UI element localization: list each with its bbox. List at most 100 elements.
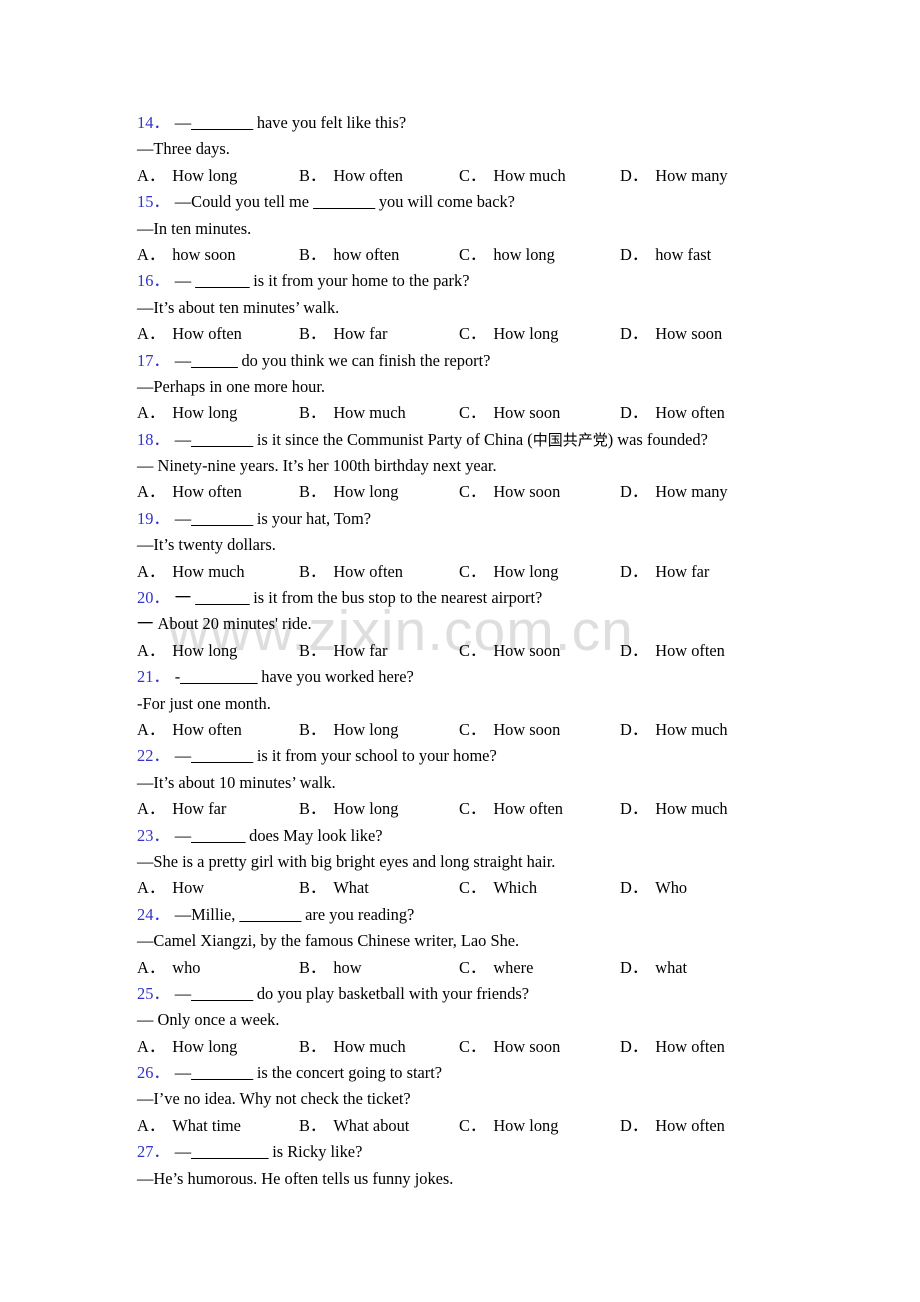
question-stem-suffix: is Ricky like? (268, 1142, 363, 1162)
option-choice[interactable]: B． How long (299, 717, 398, 743)
option-choice[interactable]: D． How much (620, 796, 728, 822)
question-stem-prefix: — (174, 271, 196, 291)
option-choice[interactable]: D． how fast (620, 242, 711, 268)
option-choice[interactable]: A． How (137, 875, 204, 901)
option-label: A． (137, 957, 166, 977)
option-choice[interactable]: B． How much (299, 1034, 406, 1060)
option-choice[interactable]: C． How long (459, 321, 558, 347)
option-choice[interactable]: A． What time (137, 1113, 241, 1139)
question-stem-suffix: is the concert going to start? (252, 1063, 443, 1083)
answer-blank[interactable]: ________ (191, 746, 253, 765)
answer-blank[interactable]: ______ (191, 351, 238, 370)
option-choice[interactable]: B． how (299, 955, 362, 981)
option-choice[interactable]: C． How soon (459, 400, 560, 426)
option-label: C． (459, 957, 487, 977)
option-choice[interactable]: A． How long (137, 1034, 237, 1060)
answer-blank[interactable]: _______ (191, 826, 245, 845)
option-row: A． How often B． How long C． How soon D． How muc… (137, 717, 897, 743)
option-text: How long (493, 561, 559, 581)
answer-blank[interactable]: ________ (191, 1063, 253, 1082)
option-choice[interactable]: B． How long (299, 479, 398, 505)
option-label: B． (299, 640, 327, 660)
option-choice[interactable]: B． How often (299, 163, 403, 189)
option-choice[interactable]: D． How often (620, 1034, 725, 1060)
question-block: 20．一 _______ is it from the bus stop to … (137, 585, 897, 664)
option-choice[interactable]: A． How often (137, 717, 242, 743)
option-text: What about (333, 1115, 410, 1135)
answer-blank[interactable]: __________ (191, 1142, 268, 1161)
option-label: A． (137, 324, 166, 344)
option-choice[interactable]: A． How often (137, 321, 242, 347)
answer-blank[interactable]: ________ (191, 984, 253, 1003)
option-label: C． (459, 799, 487, 819)
option-choice[interactable]: B． What about (299, 1113, 409, 1139)
option-choice[interactable]: B． How far (299, 321, 388, 347)
question-block: 23． —_______ does May look like? —She is a… (137, 823, 897, 902)
option-choice[interactable]: D． How far (620, 559, 709, 585)
option-text: How often (655, 403, 725, 423)
option-choice[interactable]: B． how often (299, 242, 399, 268)
option-choice[interactable]: A． How long (137, 638, 237, 664)
question-number: 18． (137, 429, 170, 449)
option-choice[interactable]: C． Which (459, 875, 537, 901)
option-choice[interactable]: D． Who (620, 875, 687, 901)
answer-blank[interactable]: ________ (313, 192, 375, 211)
option-choice[interactable]: D． How many (620, 163, 728, 189)
question-list: 14． —________ have you felt like this? —Th… (137, 110, 897, 1192)
option-choice[interactable]: A． How much (137, 559, 245, 585)
option-choice[interactable]: B． What (299, 875, 369, 901)
option-choice[interactable]: D． How often (620, 638, 725, 664)
option-label: D． (620, 640, 649, 660)
question-number: 19． (137, 508, 170, 528)
answer-blank[interactable]: _______ (195, 271, 249, 290)
option-choice[interactable]: C． How often (459, 796, 563, 822)
option-choice[interactable]: C． How much (459, 163, 566, 189)
answer-blank[interactable]: _______ (195, 588, 249, 607)
question-stem-suffix: do you think we can finish the report? (237, 350, 491, 370)
option-choice[interactable]: D． How often (620, 400, 725, 426)
question-block: 27． —__________ is Ricky like? —He’s humor… (137, 1139, 897, 1192)
option-choice[interactable]: A． How long (137, 163, 237, 189)
option-choice[interactable]: B． How much (299, 400, 406, 426)
option-text: Which (493, 878, 538, 898)
option-choice[interactable]: B． How long (299, 796, 398, 822)
option-text: How long (172, 640, 238, 660)
option-choice[interactable]: D． How soon (620, 321, 722, 347)
question-stem: 22． —________ is it from your school to y… (137, 743, 897, 769)
question-stem-suffix: you will come back? (374, 192, 515, 212)
answer-blank[interactable]: ________ (239, 905, 301, 924)
option-choice[interactable]: C． How long (459, 559, 558, 585)
option-text: How long (493, 1115, 559, 1135)
worksheet-page: www.zixin.com.cn 14． —________ have you f… (0, 0, 920, 1302)
option-text: How long (333, 482, 399, 502)
option-choice[interactable]: A． How long (137, 400, 237, 426)
answer-blank[interactable]: __________ (180, 667, 257, 686)
option-choice[interactable]: C． How soon (459, 1034, 560, 1060)
option-choice[interactable]: C． how long (459, 242, 555, 268)
option-choice[interactable]: C． How long (459, 1113, 558, 1139)
option-choice[interactable]: C． where (459, 955, 533, 981)
option-choice[interactable]: D． How many (620, 479, 728, 505)
answer-blank[interactable]: ________ (191, 430, 253, 449)
question-stem-suffix: is it from the bus stop to the nearest a… (249, 588, 543, 608)
option-row: A． How long B． How much C． How soon D． How ofte… (137, 1034, 897, 1060)
option-choice[interactable]: C． How soon (459, 479, 560, 505)
option-choice[interactable]: C． How soon (459, 717, 560, 743)
option-choice[interactable]: A． how soon (137, 242, 236, 268)
option-choice[interactable]: C． How soon (459, 638, 560, 664)
option-choice[interactable]: A． How far (137, 796, 226, 822)
answer-blank[interactable]: ________ (191, 113, 253, 132)
option-choice[interactable]: A． How often (137, 479, 242, 505)
option-choice[interactable]: D． How often (620, 1113, 725, 1139)
option-choice[interactable]: B． How often (299, 559, 403, 585)
option-choice[interactable]: B． How far (299, 638, 388, 664)
question-stem-suffix: are you reading? (301, 904, 415, 924)
answer-blank[interactable]: ________ (191, 509, 253, 528)
question-stem-prefix: — (174, 1063, 192, 1083)
option-choice[interactable]: D． How much (620, 717, 728, 743)
option-text: What (333, 878, 369, 898)
option-label: B． (299, 719, 327, 739)
option-choice[interactable]: A． who (137, 955, 200, 981)
option-label: A． (137, 165, 166, 185)
option-choice[interactable]: D． what (620, 955, 687, 981)
